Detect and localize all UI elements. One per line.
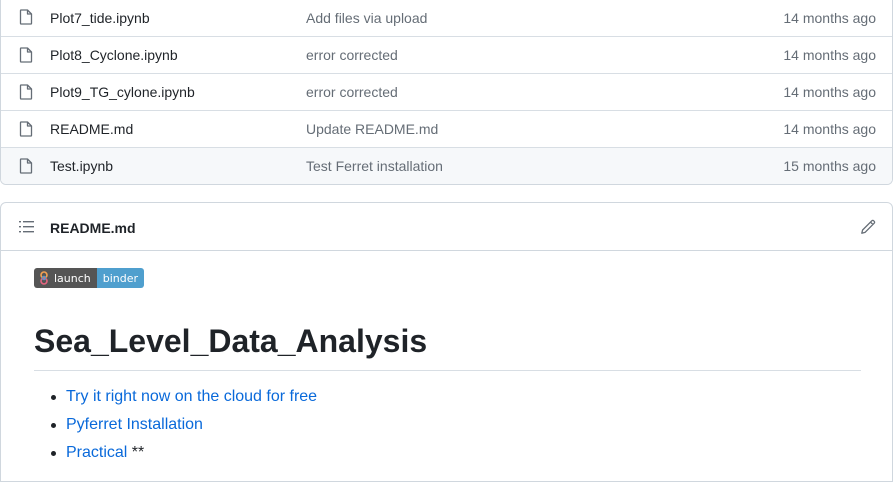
commit-message[interactable]: Test Ferret installation — [306, 158, 443, 174]
commit-date: 14 months ago — [783, 121, 876, 137]
file-name[interactable]: README.md — [50, 121, 133, 137]
file-name[interactable]: Plot9_TG_cylone.ipynb — [50, 84, 195, 100]
link-installation[interactable]: Pyferret Installation — [66, 416, 203, 433]
badge-left: launch — [34, 268, 97, 288]
file-row[interactable]: Plot9_TG_cylone.ipynb error corrected 14… — [1, 73, 892, 110]
commit-message[interactable]: error corrected — [306, 47, 398, 63]
readme-link-list: Try it right now on the cloud for free P… — [34, 385, 317, 469]
commit-message[interactable]: Add files via upload — [306, 10, 427, 26]
commit-date: 14 months ago — [783, 9, 876, 26]
readme-panel: README.md launch binder Sea_Level_Data_A… — [0, 202, 893, 482]
badge-right-text: binder — [96, 268, 145, 288]
readme-header: README.md — [1, 203, 892, 251]
commit-message[interactable]: error corrected — [306, 84, 398, 100]
file-icon — [19, 84, 33, 100]
file-icon — [19, 9, 33, 25]
file-row[interactable]: README.md Update README.md 14 months ago — [1, 110, 892, 147]
link-practical[interactable]: Practical — [66, 444, 127, 461]
commit-date: 14 months ago — [783, 47, 876, 63]
list-item: Pyferret Installation — [34, 413, 317, 441]
commit-date: 15 months ago — [783, 158, 876, 174]
commit-message[interactable]: Update README.md — [306, 121, 438, 137]
link-cloud[interactable]: Try it right now on the cloud for free — [66, 388, 317, 405]
file-name[interactable]: Test.ipynb — [50, 158, 113, 174]
file-list: Plot7_tide.ipynb Add files via upload 14… — [0, 0, 893, 185]
file-row[interactable]: Test.ipynb Test Ferret installation 15 m… — [1, 147, 892, 184]
file-icon — [19, 47, 33, 63]
binder-badge[interactable]: launch binder — [34, 268, 145, 288]
list-item: Practical ** — [34, 441, 317, 469]
link-suffix: ** — [127, 444, 145, 461]
commit-date: 14 months ago — [783, 84, 876, 100]
readme-heading: Sea_Level_Data_Analysis — [34, 322, 861, 371]
pencil-icon[interactable] — [860, 219, 876, 235]
file-row[interactable]: Plot7_tide.ipynb Add files via upload 14… — [1, 0, 892, 36]
file-name[interactable]: Plot7_tide.ipynb — [50, 10, 150, 26]
binder-logo-icon — [40, 271, 48, 285]
file-row[interactable]: Plot8_Cyclone.ipynb error corrected 14 m… — [1, 36, 892, 73]
readme-title[interactable]: README.md — [50, 220, 136, 236]
file-icon — [19, 158, 33, 174]
list-icon[interactable] — [19, 220, 35, 234]
file-name[interactable]: Plot8_Cyclone.ipynb — [50, 47, 178, 63]
file-icon — [19, 121, 33, 137]
list-item: Try it right now on the cloud for free — [34, 385, 317, 413]
badge-left-text: launch — [54, 271, 91, 285]
